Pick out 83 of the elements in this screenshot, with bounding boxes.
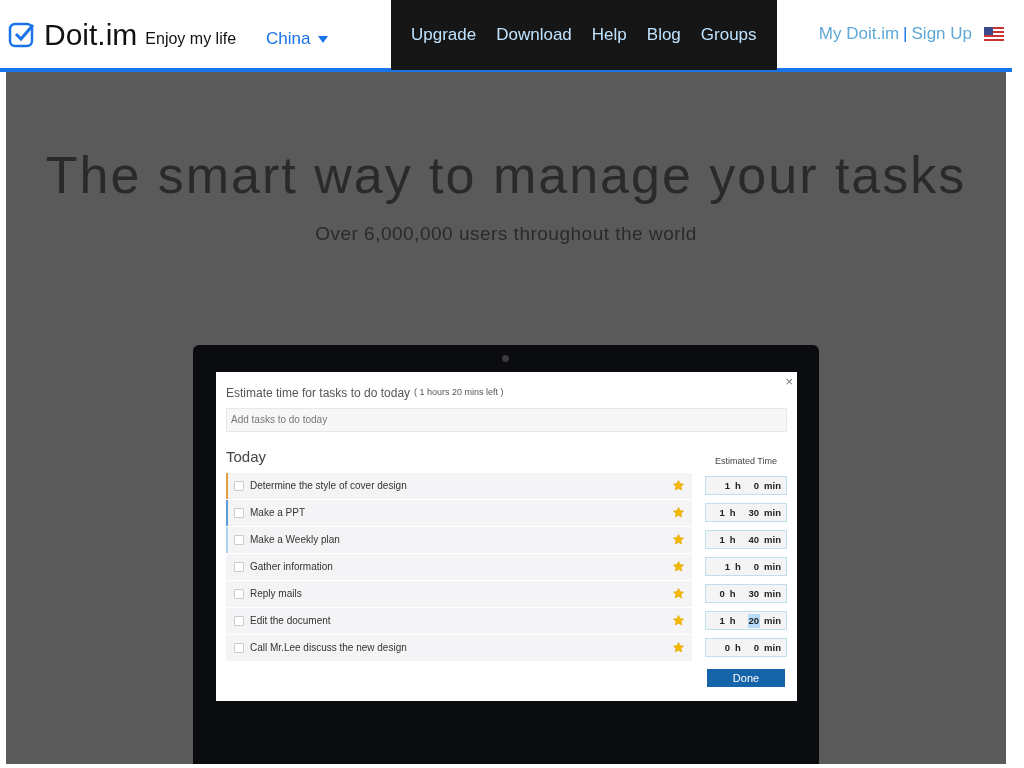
star-icon[interactable] bbox=[673, 480, 684, 492]
nav-link-item[interactable]: Groups bbox=[690, 22, 767, 48]
star-icon[interactable] bbox=[673, 615, 684, 627]
hours-unit: h bbox=[734, 559, 742, 574]
task-row[interactable]: Determine the style of cover design bbox=[226, 472, 692, 499]
nav-link-item[interactable]: Download bbox=[486, 22, 582, 48]
section-heading: Today bbox=[226, 446, 267, 467]
task-name: Edit the document bbox=[250, 614, 332, 629]
hours-unit: h bbox=[728, 613, 737, 628]
star-icon[interactable] bbox=[673, 507, 684, 519]
minutes-value: 40 bbox=[747, 532, 761, 547]
brand-name[interactable]: Doit.im bbox=[44, 11, 138, 57]
time-left: ( 1 hours 20 mins left ) bbox=[414, 386, 504, 400]
region-dropdown[interactable]: China bbox=[260, 25, 335, 53]
time-field[interactable]: 0 h 30 min bbox=[705, 584, 787, 604]
minutes-value: 30 bbox=[747, 505, 761, 520]
minutes-value: 0 bbox=[752, 559, 761, 574]
task-name: Reply mails bbox=[250, 587, 303, 602]
time-field[interactable]: 1 h 0 min bbox=[705, 557, 787, 577]
time-field[interactable]: 1 h 0 min bbox=[705, 476, 787, 496]
hours-unit: h bbox=[728, 505, 737, 520]
star-icon[interactable] bbox=[673, 642, 684, 654]
checkbox[interactable] bbox=[234, 561, 244, 572]
minutes-unit: min bbox=[763, 586, 782, 601]
task-name: Determine the style of cover design bbox=[250, 479, 408, 494]
checkbox[interactable] bbox=[234, 507, 244, 518]
hours-value: 0 bbox=[723, 640, 731, 655]
minutes-unit: min bbox=[763, 640, 782, 655]
task-row[interactable]: Reply mails bbox=[226, 580, 692, 607]
checkbox-logo-icon bbox=[8, 20, 36, 48]
hours-unit: h bbox=[728, 586, 737, 601]
checkbox[interactable] bbox=[234, 588, 244, 599]
checkbox[interactable] bbox=[234, 642, 244, 653]
hours-unit: h bbox=[728, 532, 737, 547]
star-icon[interactable] bbox=[673, 561, 684, 573]
minutes-unit: min bbox=[763, 505, 782, 520]
checkbox[interactable] bbox=[234, 534, 244, 545]
star-icon[interactable] bbox=[673, 588, 684, 600]
checkbox[interactable] bbox=[234, 480, 244, 491]
task-name: Call Mr.Lee discuss the new design bbox=[250, 641, 408, 656]
separator: | bbox=[903, 23, 908, 46]
minutes-unit: min bbox=[763, 478, 782, 493]
minutes-value: 0 bbox=[752, 478, 761, 493]
hours-value: 1 bbox=[718, 505, 726, 520]
nav-link-item[interactable]: Blog bbox=[636, 22, 691, 48]
hours-value: 1 bbox=[718, 532, 726, 547]
star-icon[interactable] bbox=[673, 534, 684, 546]
task-name: Make a Weekly plan bbox=[250, 533, 341, 548]
nav-link-item[interactable]: Upgrade bbox=[401, 22, 487, 48]
task-row[interactable]: Gather information bbox=[226, 553, 692, 580]
hours-unit: h bbox=[734, 478, 742, 493]
dialog-title: Estimate time for tasks to do today bbox=[226, 384, 411, 402]
hours-unit: h bbox=[734, 640, 742, 655]
minutes-unit: min bbox=[763, 559, 782, 574]
minutes-value: 30 bbox=[747, 586, 761, 601]
caret-icon bbox=[318, 35, 329, 43]
minutes-value: 0 bbox=[752, 640, 761, 655]
hours-value: 1 bbox=[723, 559, 731, 574]
task-row[interactable]: Make a Weekly plan bbox=[226, 526, 692, 553]
task-row[interactable]: Edit the document bbox=[226, 607, 692, 634]
time-field[interactable]: 1 h 20 min bbox=[705, 611, 787, 631]
tagline: Enjoy my life bbox=[145, 29, 237, 49]
time-field[interactable]: 0 h 0 min bbox=[705, 638, 787, 658]
close-button[interactable]: × bbox=[785, 371, 793, 392]
checkbox[interactable] bbox=[234, 615, 244, 626]
done-button[interactable]: Done bbox=[707, 669, 785, 688]
minutes-value: 20 bbox=[747, 613, 761, 628]
time-field[interactable]: 1 h 40 min bbox=[705, 530, 787, 550]
task-row[interactable]: Call Mr.Lee discuss the new design bbox=[226, 634, 692, 661]
task-name: Gather information bbox=[250, 560, 334, 575]
task-name: Make a PPT bbox=[250, 506, 307, 521]
task-row[interactable]: Make a PPT bbox=[226, 499, 692, 526]
hours-value: 0 bbox=[718, 586, 726, 601]
add-task-field[interactable]: Add tasks to do today bbox=[226, 407, 787, 432]
minutes-unit: min bbox=[763, 613, 782, 628]
nav-link-item[interactable]: Help bbox=[581, 22, 637, 48]
hours-value: 1 bbox=[718, 613, 726, 628]
column-heading: Estimated Time bbox=[714, 454, 778, 468]
camera-icon bbox=[502, 354, 509, 362]
minutes-unit: min bbox=[763, 532, 782, 547]
flag-icon[interactable] bbox=[984, 27, 1004, 41]
hours-value: 1 bbox=[723, 478, 731, 493]
time-field[interactable]: 1 h 30 min bbox=[705, 503, 787, 523]
